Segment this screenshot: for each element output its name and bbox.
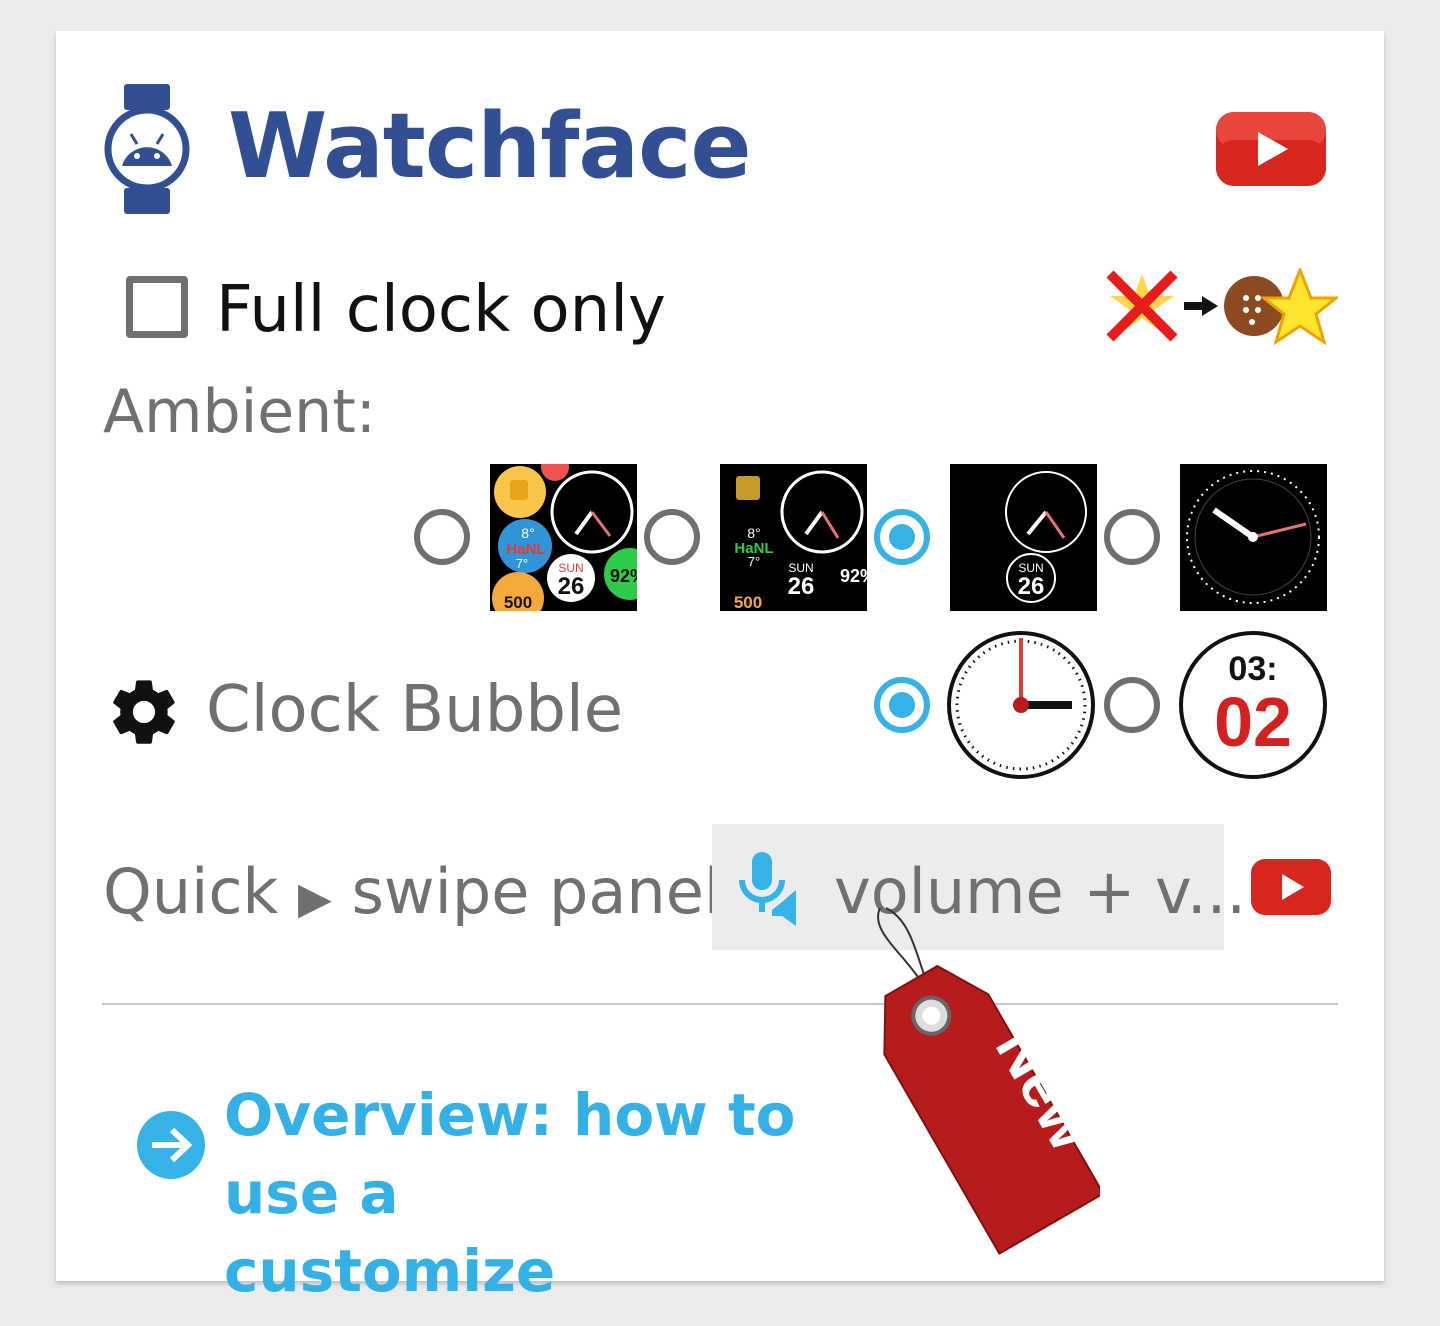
clock-bubble-analog-preview[interactable] — [946, 630, 1096, 780]
svg-text:500: 500 — [504, 593, 532, 611]
svg-text:8°: 8° — [521, 525, 534, 541]
ambient-preview-2[interactable]: 8° HaNL 7° SUN 26 92% 500 — [720, 464, 867, 611]
full-clock-checkbox[interactable] — [126, 276, 188, 338]
full-clock-label: Full clock only — [216, 273, 666, 347]
ambient-option-4-radio[interactable] — [1104, 509, 1160, 565]
watch-android-icon — [104, 84, 190, 214]
section-divider — [102, 1003, 1338, 1005]
svg-text:92%: 92% — [610, 566, 637, 586]
clock-bubble-label: Clock Bubble — [206, 673, 624, 747]
quick-panel-label: Quick ▶ swipe panel — [103, 855, 722, 928]
svg-text:02: 02 — [1214, 683, 1292, 761]
svg-text:8°: 8° — [747, 525, 760, 541]
arrow-circle-icon[interactable] — [136, 1110, 206, 1180]
svg-text:26: 26 — [788, 573, 815, 600]
clock-bubble-digital-radio[interactable] — [1104, 677, 1160, 733]
ambient-option-3-radio[interactable] — [874, 509, 930, 565]
svg-text:7°: 7° — [748, 554, 760, 569]
ambient-preview-3[interactable]: SUN 26 — [950, 464, 1097, 611]
mic-volume-icon — [738, 850, 804, 926]
youtube-video-button-2[interactable] — [1250, 858, 1332, 916]
svg-text:7°: 7° — [516, 556, 528, 571]
ambient-option-2-radio[interactable] — [644, 509, 700, 565]
svg-text:26: 26 — [558, 573, 585, 600]
ambient-option-1-radio[interactable] — [414, 509, 470, 565]
svg-text:26: 26 — [1018, 573, 1045, 600]
clock-bubble-digital-preview[interactable]: 03: 02 — [1178, 630, 1328, 780]
youtube-play-icon — [1251, 859, 1331, 915]
youtube-video-button[interactable] — [1214, 110, 1328, 188]
page-title: Watchface — [228, 94, 752, 199]
youtube-play-icon — [1216, 112, 1326, 186]
overview-link-line1: Overview: how to use a — [224, 1081, 796, 1227]
ambient-label: Ambient: — [103, 377, 376, 447]
svg-text:500: 500 — [734, 593, 762, 611]
clock-bubble-analog-radio[interactable] — [874, 677, 930, 733]
overview-link-line2: customize — [224, 1237, 556, 1305]
overview-link[interactable]: Overview: how to use a customize — [224, 1076, 924, 1310]
svg-text:92%: 92% — [840, 566, 867, 586]
ambient-preview-1[interactable]: 8° HaNL 7° SUN 26 92% 500 — [490, 464, 637, 611]
remove-favorite-to-star-icon — [1104, 268, 1338, 348]
ambient-preview-4[interactable] — [1180, 464, 1327, 611]
new-tag-badge: New — [860, 900, 1100, 1270]
gear-icon[interactable] — [106, 674, 182, 750]
bulb-icon — [510, 480, 528, 500]
